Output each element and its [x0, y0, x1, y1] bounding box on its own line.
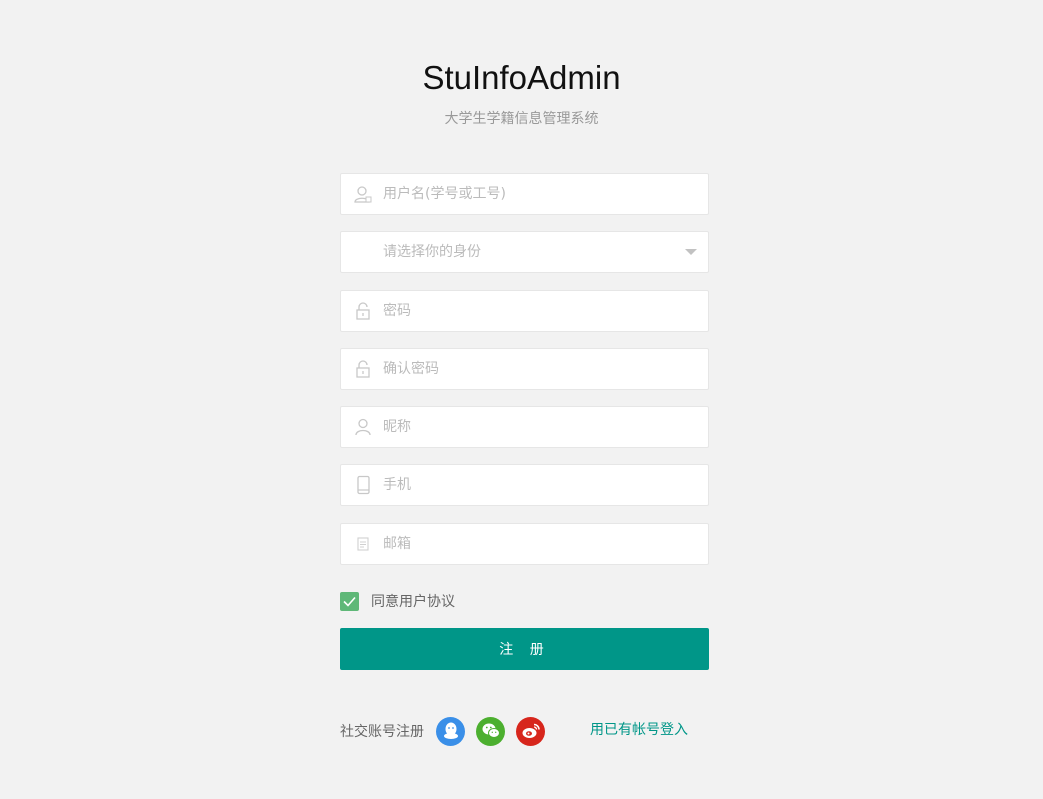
social-register-row: 社交账号注册 [340, 716, 556, 746]
register-button[interactable]: 注 册 [340, 628, 709, 670]
role-select[interactable]: 请选择你的身份 [340, 231, 709, 273]
chevron-down-icon [685, 249, 697, 255]
username-field [340, 173, 709, 215]
confirm-password-input[interactable] [383, 349, 693, 389]
nickname-input[interactable] [383, 407, 693, 447]
checkmark-icon [343, 596, 356, 607]
qq-icon[interactable] [436, 716, 465, 746]
person-icon [353, 417, 373, 437]
login-existing-account-link[interactable]: 用已有帐号登入 [590, 720, 688, 740]
agreement-row: 同意用户协议 [340, 591, 455, 611]
password-field [340, 290, 709, 332]
register-page: StuInfoAdmin 大学生学籍信息管理系统 请选择你的身份 [0, 0, 1043, 799]
lock-icon [353, 301, 373, 321]
email-field [340, 523, 709, 565]
agreement-checkbox[interactable] [340, 591, 359, 611]
phone-input[interactable] [383, 465, 693, 505]
cellphone-icon [353, 475, 373, 495]
confirm-password-field [340, 348, 709, 390]
username-input[interactable] [383, 174, 693, 214]
user-icon [353, 184, 373, 204]
password-input[interactable] [383, 291, 693, 331]
email-icon [353, 534, 373, 554]
email-input[interactable] [383, 524, 693, 564]
phone-field [340, 464, 709, 506]
wechat-icon[interactable] [476, 716, 505, 746]
agreement-label[interactable]: 同意用户协议 [371, 591, 455, 611]
app-subtitle: 大学生学籍信息管理系统 [444, 111, 599, 127]
lock-icon [353, 359, 373, 379]
app-title: StuInfoAdmin [422, 59, 621, 96]
social-register-label: 社交账号注册 [340, 724, 424, 740]
nickname-field [340, 406, 709, 448]
weibo-icon[interactable] [516, 716, 545, 746]
role-select-value: 请选择你的身份 [383, 244, 481, 260]
